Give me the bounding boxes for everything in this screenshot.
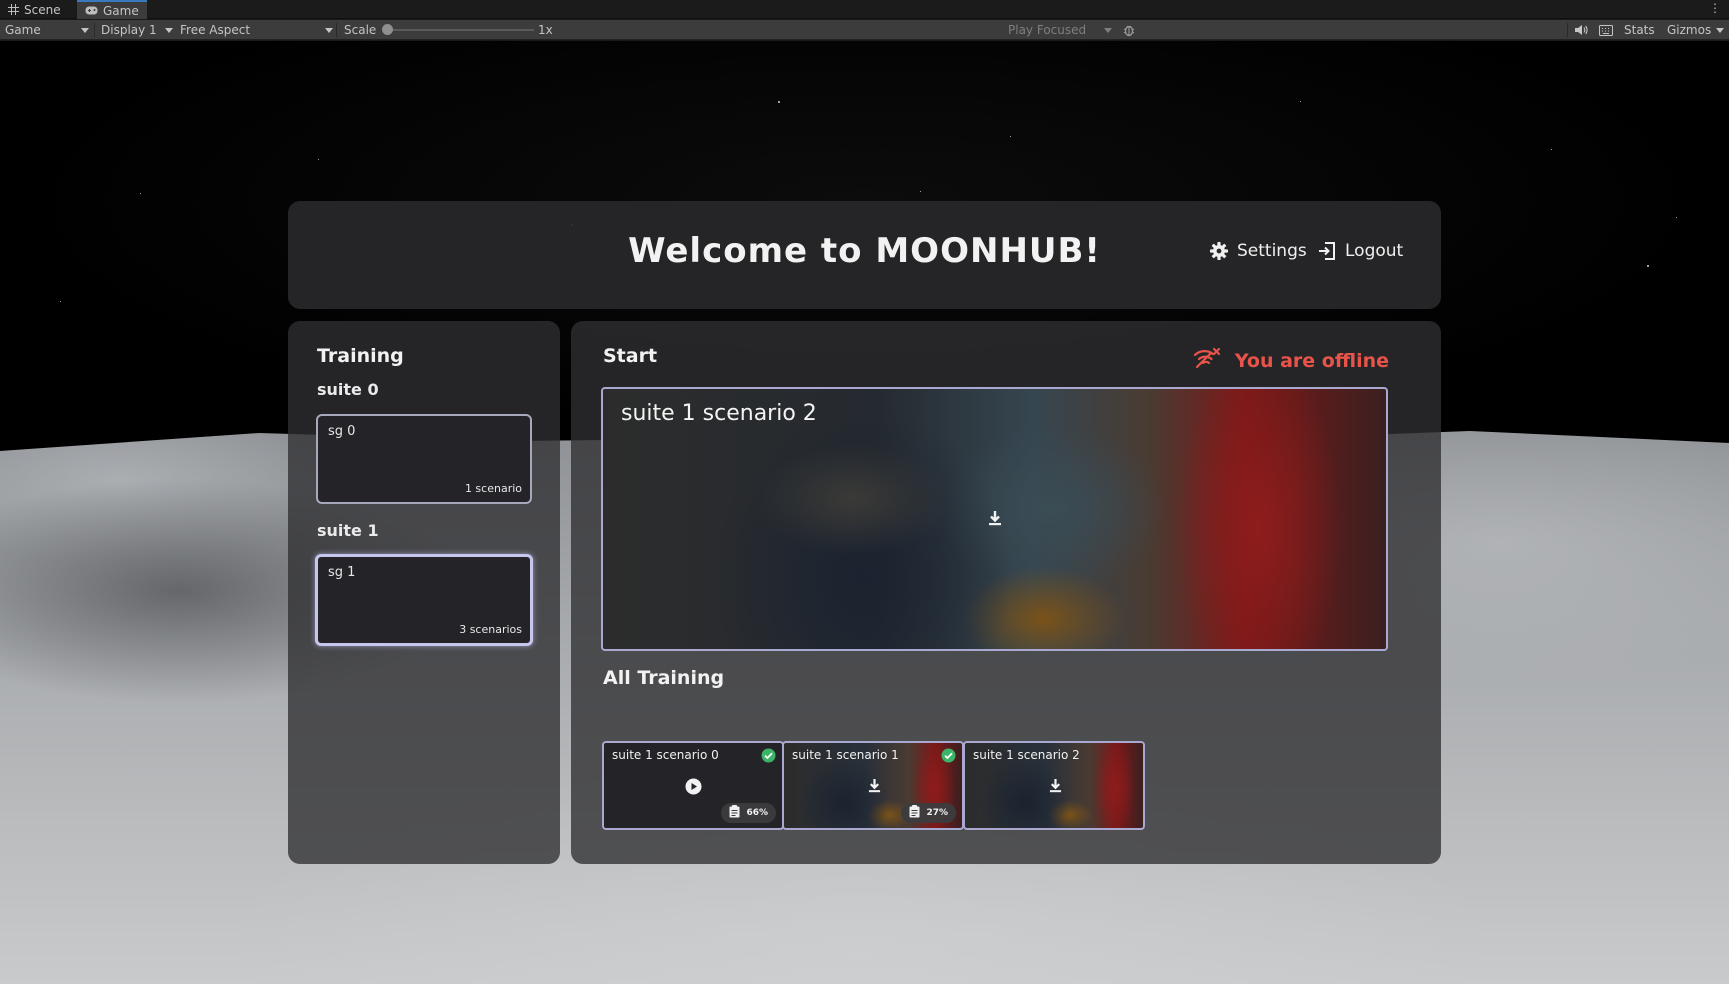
settings-label: Settings xyxy=(1237,241,1307,261)
training-card[interactable]: suite 1 scenario 2 xyxy=(963,741,1145,830)
check-circle-icon xyxy=(941,748,956,767)
toolbar-divider xyxy=(336,23,337,37)
progress-value: 27% xyxy=(926,808,948,818)
chevron-down-icon xyxy=(165,27,173,33)
play-icon[interactable] xyxy=(685,778,702,799)
progress-value: 66% xyxy=(746,808,768,818)
scale-slider-track[interactable] xyxy=(388,29,534,31)
featured-scenario-title: suite 1 scenario 2 xyxy=(621,401,817,426)
aspect-select[interactable]: Free Aspect xyxy=(180,20,333,40)
training-card[interactable]: suite 1 scenario 0 66% xyxy=(602,741,784,830)
scenario-count: 1 scenario xyxy=(464,482,522,495)
chevron-down-icon xyxy=(1104,27,1112,33)
gizmos-select[interactable]: Gizmos xyxy=(1667,20,1724,40)
scale-label: Scale xyxy=(344,23,377,37)
chevron-down-icon xyxy=(81,27,89,33)
suite-group-name: sg 0 xyxy=(328,424,356,439)
more-options-icon[interactable]: ⋮ xyxy=(1709,1,1721,15)
wifi-off-icon xyxy=(1193,347,1221,374)
stats-button[interactable]: Stats xyxy=(1624,20,1655,40)
download-icon[interactable] xyxy=(988,510,1002,530)
training-card-title: suite 1 scenario 1 xyxy=(792,748,899,762)
clipboard-icon xyxy=(909,805,920,821)
offline-text: You are offline xyxy=(1234,349,1389,372)
training-card-title: suite 1 scenario 2 xyxy=(973,748,1080,762)
check-circle-icon xyxy=(761,748,776,767)
game-view: Welcome to MOONHUB! Settings Logout Trai… xyxy=(0,41,1729,984)
keyboard-icon[interactable] xyxy=(1599,20,1613,40)
scenario-count: 3 scenarios xyxy=(459,623,522,636)
view-select[interactable]: Game xyxy=(5,20,89,40)
toolbar-divider xyxy=(94,23,95,37)
tab-scene[interactable]: Scene xyxy=(0,0,69,19)
suite-label: suite 0 xyxy=(317,380,379,399)
tab-scene-label: Scene xyxy=(24,2,61,17)
suite-label: suite 1 xyxy=(317,521,379,540)
download-icon[interactable] xyxy=(868,778,881,797)
progress-badge: 66% xyxy=(721,803,776,823)
audio-icon[interactable] xyxy=(1574,20,1588,40)
gizmos-label: Gizmos xyxy=(1667,23,1712,37)
start-heading: Start xyxy=(603,345,658,367)
play-mode-select-value: Play Focused xyxy=(1008,23,1087,37)
training-sidebar: Training suite 0 sg 0 1 scenario suite 1… xyxy=(288,321,560,864)
suite-group-card[interactable]: sg 0 1 scenario xyxy=(316,414,532,504)
gamepad-icon xyxy=(85,6,98,15)
chevron-down-icon xyxy=(325,27,333,33)
offline-status: You are offline xyxy=(1193,347,1389,374)
aspect-select-value: Free Aspect xyxy=(180,23,251,37)
logout-button[interactable]: Logout xyxy=(1317,241,1403,261)
display-select-value: Display 1 xyxy=(101,23,157,37)
tab-game-label: Game xyxy=(103,3,139,18)
suite-group-name: sg 1 xyxy=(328,565,356,580)
game-view-toolbar: Game Display 1 Free Aspect Scale 1x Play… xyxy=(0,20,1729,40)
start-panel: Start You are offline suite 1 scenario 2… xyxy=(571,321,1441,864)
editor-tab-bar: Scene Game ⋮ xyxy=(0,0,1729,19)
training-card-title: suite 1 scenario 0 xyxy=(612,748,719,762)
scale-slider-thumb[interactable] xyxy=(382,24,393,35)
app-header: Welcome to MOONHUB! Settings Logout xyxy=(288,201,1441,309)
progress-badge: 27% xyxy=(901,803,956,823)
gear-icon xyxy=(1209,241,1229,261)
download-icon[interactable] xyxy=(1049,778,1062,797)
logout-icon xyxy=(1317,241,1337,261)
clipboard-icon xyxy=(729,805,740,821)
settings-button[interactable]: Settings xyxy=(1209,241,1307,261)
logout-label: Logout xyxy=(1345,241,1404,261)
bug-icon[interactable] xyxy=(1122,20,1136,40)
training-heading: Training xyxy=(317,345,404,367)
scale-value: 1x xyxy=(538,23,553,37)
all-training-heading: All Training xyxy=(603,667,725,689)
view-select-value: Game xyxy=(5,23,41,37)
chevron-down-icon xyxy=(1716,27,1724,33)
display-select[interactable]: Display 1 xyxy=(101,20,173,40)
suite-group-card-selected[interactable]: sg 1 3 scenarios xyxy=(315,554,533,646)
toolbar-divider xyxy=(1567,23,1568,37)
grid-icon xyxy=(8,4,19,15)
training-card[interactable]: suite 1 scenario 1 27% xyxy=(782,741,964,830)
featured-scenario-card[interactable]: suite 1 scenario 2 xyxy=(601,387,1388,651)
play-mode-select[interactable]: Play Focused xyxy=(1008,20,1112,40)
tab-game[interactable]: Game xyxy=(77,0,147,19)
